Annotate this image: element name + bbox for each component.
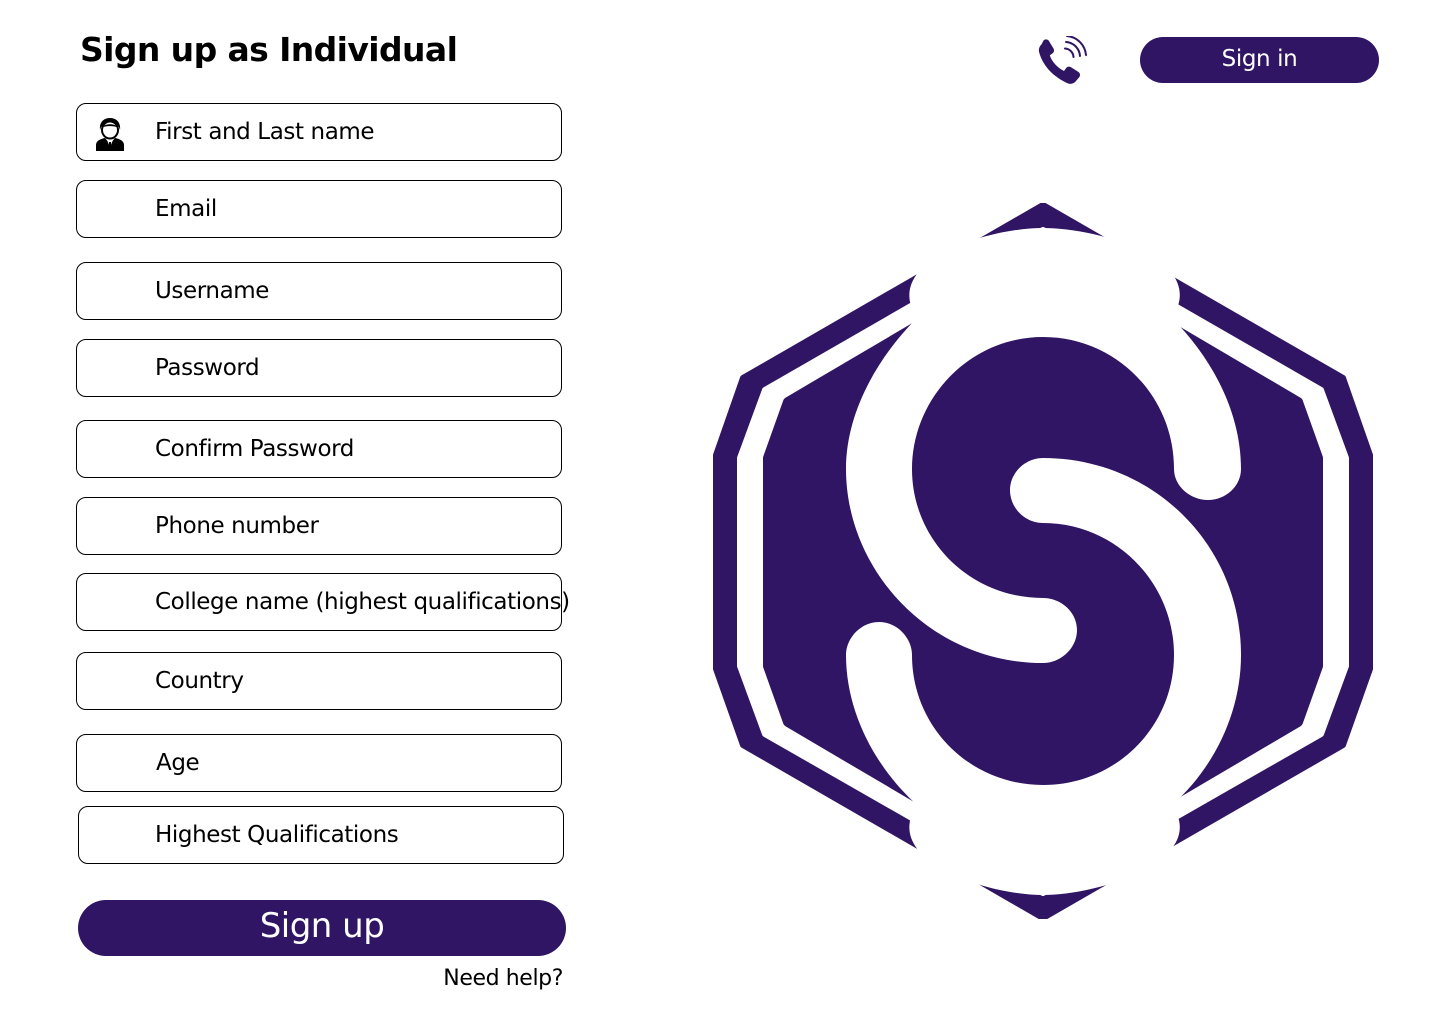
email-field-label: Email xyxy=(155,196,217,222)
page-title: Sign up as Individual xyxy=(80,30,458,69)
age-field[interactable]: Age xyxy=(76,734,562,792)
country-field[interactable]: Country xyxy=(76,652,562,710)
sign-in-button[interactable]: Sign in xyxy=(1140,37,1379,83)
college-name-field[interactable]: College name (highest qualifications) xyxy=(76,573,570,631)
password-field-label: Password xyxy=(155,355,260,381)
name-field[interactable]: First and Last name xyxy=(76,103,562,161)
confirm-password-field[interactable]: Confirm Password xyxy=(76,420,562,478)
username-field-label: Username xyxy=(155,278,270,304)
college-name-field-label: College name (highest qualifications) xyxy=(155,589,570,615)
sign-up-button[interactable]: Sign up xyxy=(78,900,566,956)
phone-number-field-label: Phone number xyxy=(155,513,319,539)
need-help-link[interactable]: Need help? xyxy=(443,966,563,991)
country-field-label: Country xyxy=(155,668,244,694)
confirm-password-field-label: Confirm Password xyxy=(155,436,354,462)
username-field[interactable]: Username xyxy=(76,262,562,320)
name-field-label: First and Last name xyxy=(155,119,375,145)
password-field[interactable]: Password xyxy=(76,339,562,397)
phone-icon[interactable] xyxy=(1036,36,1090,88)
person-icon xyxy=(96,118,124,151)
age-field-label: Age xyxy=(156,750,200,776)
phone-number-field[interactable]: Phone number xyxy=(76,497,562,555)
highest-qualifications-field[interactable]: Highest Qualifications xyxy=(78,806,564,864)
highest-qualifications-field-label: Highest Qualifications xyxy=(155,822,399,848)
email-field[interactable]: Email xyxy=(76,180,562,238)
hexagon-s-logo xyxy=(713,203,1373,919)
